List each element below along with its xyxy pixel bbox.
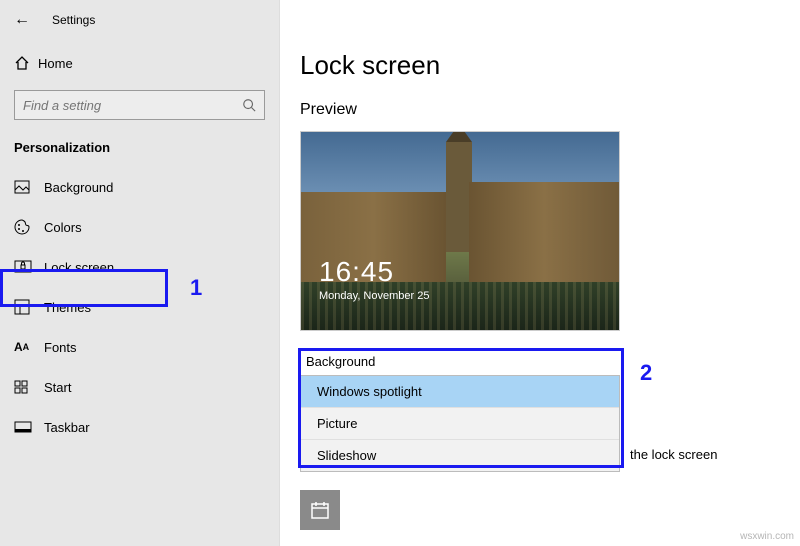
annotation-number-1: 1 [190,275,202,301]
dropdown-option-picture[interactable]: Picture [301,407,619,439]
home-label: Home [38,56,73,71]
home-icon [14,55,38,71]
preview-time: 16:45 [319,256,429,288]
themes-icon [14,299,44,315]
lock-screen-preview: 16:45 Monday, November 25 [300,131,620,331]
start-icon [14,380,44,394]
sidebar-label: Lock screen [44,260,114,275]
search-icon [242,98,256,112]
window-title: Settings [52,13,95,27]
section-heading: Personalization [0,120,279,167]
annotation-number-2: 2 [640,360,652,386]
background-section: Background Windows spotlight Picture Sli… [300,350,620,472]
background-label: Background [300,350,620,375]
sidebar-label: Taskbar [44,420,90,435]
search-box[interactable] [14,90,265,120]
sidebar-label: Start [44,380,71,395]
calendar-app-tile[interactable] [300,490,340,530]
sidebar-item-taskbar[interactable]: Taskbar [0,407,279,447]
taskbar-icon [14,421,44,433]
watermark: wsxwin.com [740,531,794,542]
sidebar-item-start[interactable]: Start [0,367,279,407]
sidebar-label: Themes [44,300,91,315]
settings-sidebar: ← Settings Home Personalization Backgrou… [0,0,280,546]
fonts-icon: AA [14,340,44,354]
sidebar-item-background[interactable]: Background [0,167,279,207]
sidebar-item-lock-screen[interactable]: Lock screen [0,247,279,287]
preview-buildings-right [469,182,619,282]
background-dropdown[interactable]: Windows spotlight Picture Slideshow [300,375,620,472]
hint-text-fragment: the lock screen [630,447,717,462]
sidebar-item-fonts[interactable]: AA Fonts [0,327,279,367]
sidebar-item-themes[interactable]: Themes [0,287,279,327]
sidebar-item-colors[interactable]: Colors [0,207,279,247]
sidebar-item-home[interactable]: Home [0,46,279,80]
preview-clock: 16:45 Monday, November 25 [319,256,429,302]
preview-heading: Preview [300,101,800,119]
back-arrow-icon[interactable]: ← [14,11,30,29]
sidebar-label: Background [44,180,113,195]
title-bar: ← Settings [0,0,279,40]
dropdown-option-spotlight[interactable]: Windows spotlight [301,376,619,407]
sidebar-label: Fonts [44,340,77,355]
palette-icon [14,219,44,235]
sidebar-label: Colors [44,220,82,235]
preview-date: Monday, November 25 [319,290,429,302]
picture-icon [14,180,44,194]
search-input[interactable] [23,98,242,113]
dropdown-option-slideshow[interactable]: Slideshow [301,439,619,471]
lock-screen-icon [14,260,44,274]
page-title: Lock screen [300,50,800,81]
calendar-icon [310,500,330,520]
